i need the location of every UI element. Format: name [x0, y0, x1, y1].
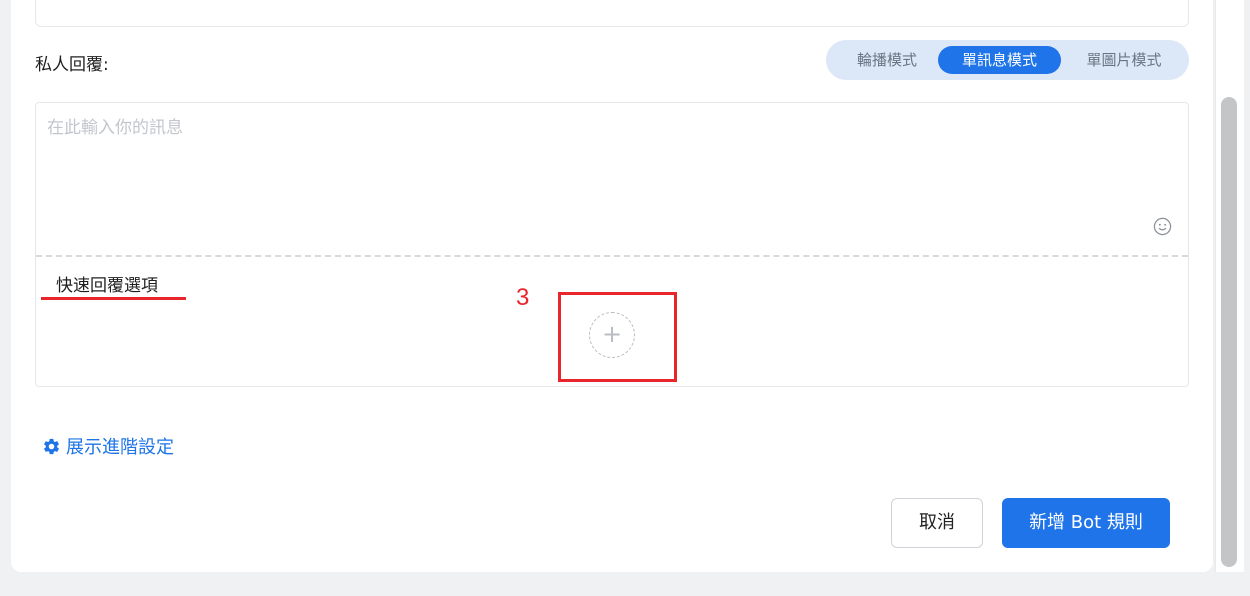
plus-icon: +	[601, 320, 623, 348]
annotation-step-number: 3	[516, 284, 530, 311]
mode-single-image-button[interactable]: 單圖片模式	[1076, 46, 1172, 74]
editor-divider	[36, 255, 1188, 257]
gear-icon	[44, 438, 59, 454]
emoji-icon[interactable]	[1153, 217, 1172, 236]
cancel-button[interactable]: 取消	[891, 498, 983, 548]
show-advanced-settings-link[interactable]: 展示進階設定	[42, 433, 174, 459]
mode-carousel-button[interactable]: 輪播模式	[843, 46, 931, 74]
reply-mode-switch: 輪播模式 單訊息模式 單圖片模式	[826, 40, 1189, 80]
advanced-link-label: 展示進階設定	[66, 437, 174, 458]
previous-field-box	[35, 0, 1189, 27]
window-edge	[1244, 0, 1250, 572]
form-card: 私人回覆: 輪播模式 單訊息模式 單圖片模式 快速回覆選項 3 + 展示進階設定…	[11, 0, 1213, 572]
message-input[interactable]	[36, 103, 1188, 255]
add-quick-reply-button[interactable]: +	[589, 312, 635, 358]
add-bot-rule-button[interactable]: 新增 Bot 規則	[1002, 498, 1170, 548]
annotation-underline	[41, 297, 186, 300]
scrollbar-thumb[interactable]	[1221, 97, 1237, 567]
quick-reply-title: 快速回覆選項	[56, 276, 158, 296]
private-reply-label: 私人回覆:	[35, 55, 109, 75]
mode-single-message-button[interactable]: 單訊息模式	[938, 46, 1061, 74]
message-editor: 快速回覆選項 3 +	[35, 102, 1189, 387]
